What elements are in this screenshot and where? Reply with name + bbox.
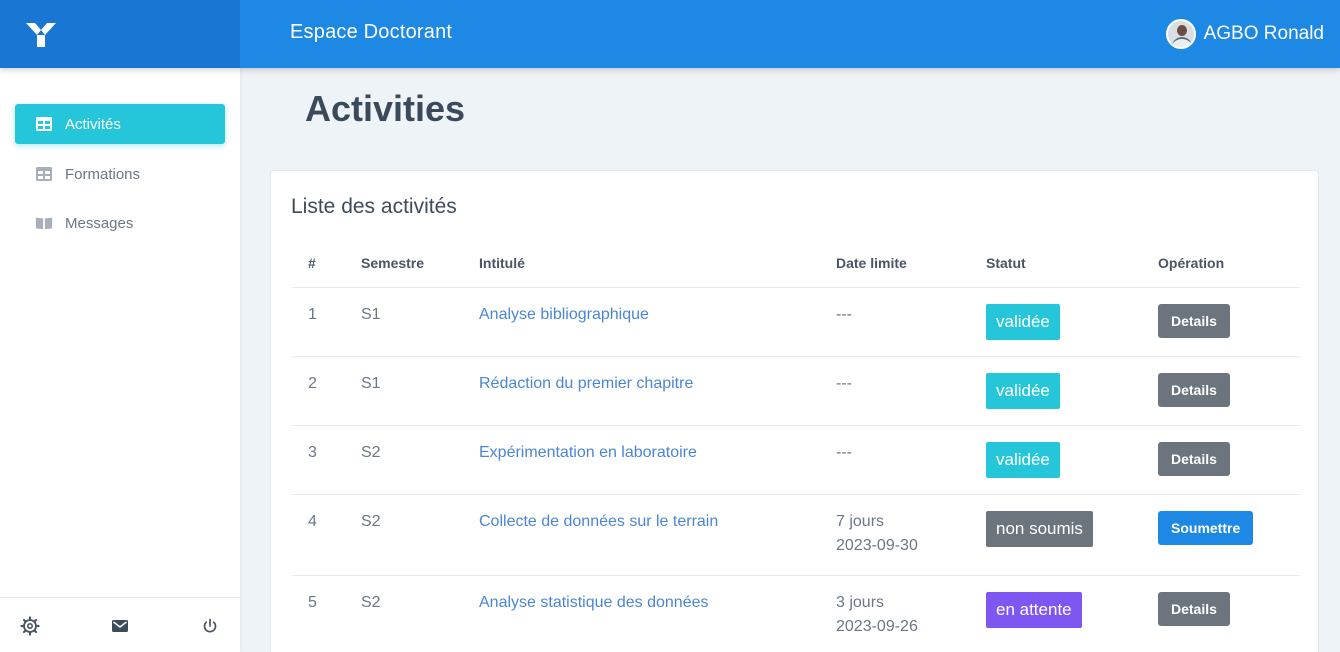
status-badge: non soumis [986,510,1093,547]
column-header: Semestre [345,239,463,288]
row-number: 3 [292,425,345,495]
row-date: --- [820,356,970,426]
status-badge: validée [986,303,1060,340]
row-date: 3 jours 2023-09-26 [820,575,970,652]
table-row: 2 S1 Rédaction du premier chapitre --- v… [292,356,1300,426]
sidebar: Activités Formations Messages [0,68,240,652]
card-title: Liste des activités [291,195,457,218]
row-title-link[interactable]: Rédaction du premier chapitre [463,356,820,426]
row-operation: Soumettre [1142,494,1300,576]
row-title-link[interactable]: Analyse statistique des données [463,575,820,652]
details-button[interactable]: Details [1158,372,1230,407]
app-title: Espace Doctorant [290,21,453,43]
date-remaining: --- [836,305,852,323]
row-semestre: S1 [345,287,463,357]
row-semestre: S2 [345,494,463,576]
top-bar: Espace Doctorant AGBO Ronald [0,0,1340,68]
row-date: --- [820,425,970,495]
sidebar-item-formations[interactable]: Formations [15,154,225,194]
power-icon[interactable] [200,616,220,636]
activities-card: Liste des activités # Semestre Intitulé … [270,170,1319,652]
table-icon [36,117,52,131]
date-deadline: 2023-09-26 [836,617,918,635]
row-semestre: S2 [345,425,463,495]
gear-icon[interactable] [20,616,40,636]
avatar[interactable] [1165,19,1196,49]
table-row: 5 S2 Analyse statistique des données 3 j… [292,575,1300,652]
sidebar-item-label: Formations [65,165,141,183]
column-header: Opération [1142,239,1300,288]
table-header-row: # Semestre Intitulé Date limite Statut O… [292,239,1300,288]
row-title-link[interactable]: Expérimentation en laboratoire [463,425,820,495]
date-remaining: --- [836,374,852,392]
details-button[interactable]: Details [1158,441,1230,476]
row-status: en attente [970,575,1142,652]
user-name[interactable]: AGBO Ronald [1204,23,1324,45]
sidebar-item-label: Activités [65,115,121,133]
submit-button[interactable]: Soumettre [1158,510,1254,545]
brand-area[interactable] [0,0,240,68]
row-operation: Details [1142,287,1300,357]
table-row: 4 S2 Collecte de données sur le terrain … [292,494,1300,576]
sidebar-item-label: Messages [65,214,134,232]
row-title-link[interactable]: Analyse bibliographique [463,287,820,357]
row-number: 5 [292,575,345,652]
row-status: validée [970,425,1142,495]
date-remaining: 3 jours [836,593,885,611]
page-title: Activities [305,88,466,129]
user-menu[interactable]: AGBO Ronald [1165,18,1324,50]
row-title-link[interactable]: Collecte de données sur le terrain [463,494,820,576]
table-row: 3 S2 Expérimentation en laboratoire --- … [292,425,1300,495]
column-header: Date limite [820,239,970,288]
sidebar-footer [0,597,240,652]
row-semestre: S2 [345,575,463,652]
details-button[interactable]: Details [1158,591,1230,626]
column-header: Statut [970,239,1142,288]
column-header: # [292,239,345,288]
column-header: Intitulé [463,239,820,288]
row-status: validée [970,287,1142,357]
mail-icon[interactable] [110,616,130,636]
row-status: validée [970,356,1142,426]
table-row: 1 S1 Analyse bibliographique --- validée… [292,287,1300,357]
row-operation: Details [1142,425,1300,495]
row-operation: Details [1142,575,1300,652]
row-number: 2 [292,356,345,426]
date-deadline: 2023-09-30 [836,536,918,554]
row-number: 4 [292,494,345,576]
table-icon [36,167,52,181]
row-date: 7 jours 2023-09-30 [820,494,970,576]
row-date: --- [820,287,970,357]
status-badge: validée [986,441,1060,478]
details-button[interactable]: Details [1158,303,1230,338]
row-semestre: S1 [345,356,463,426]
row-number: 1 [292,287,345,357]
row-status: non soumis [970,494,1142,576]
row-operation: Details [1142,356,1300,426]
date-remaining: --- [836,443,852,461]
activities-table: # Semestre Intitulé Date limite Statut O… [292,239,1300,652]
sidebar-item-messages[interactable]: Messages [15,203,225,243]
date-remaining: 7 jours [836,512,885,530]
sidebar-item-activites[interactable]: Activités [15,104,225,144]
status-badge: en attente [986,591,1082,628]
book-icon [35,217,53,230]
status-badge: validée [986,372,1060,409]
logo-icon[interactable] [25,21,57,49]
